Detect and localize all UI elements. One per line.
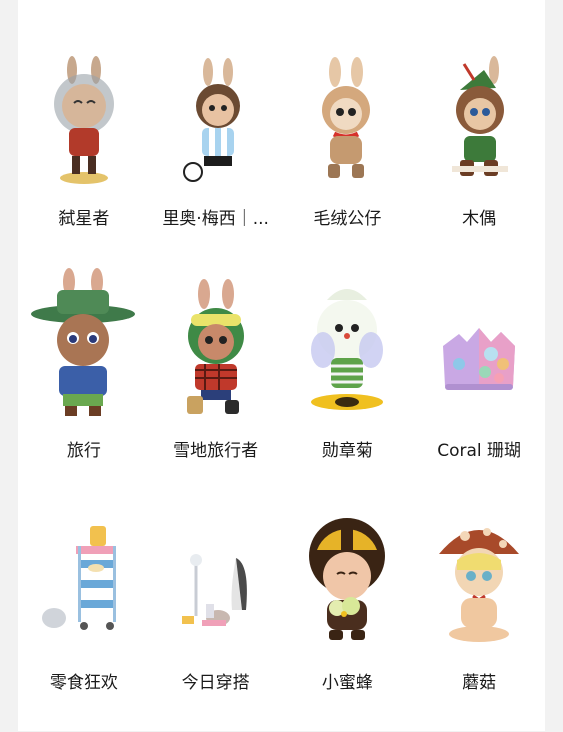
figure-label: 里奥·梅西｜...: [162, 209, 269, 229]
figure-label: 毛绒公仔: [313, 209, 382, 229]
figure-label: 零食狂欢: [49, 673, 118, 693]
labubu-space-figure-icon: [29, 36, 139, 186]
figure-card[interactable]: 零食狂欢: [18, 500, 150, 732]
figure-label: 旅行: [66, 441, 101, 461]
figure-label: 弑星者: [58, 209, 110, 229]
labubu-plush-figure-icon: [292, 36, 402, 186]
labubu-snow-figure-icon: [161, 268, 271, 418]
figure-label: Coral 珊瑚: [437, 441, 522, 461]
figure-card[interactable]: Coral 珊瑚: [413, 268, 545, 500]
figure-card[interactable]: 蘑菇: [413, 500, 545, 732]
figure-card[interactable]: 弑星者: [18, 36, 150, 268]
labubu-hat-figure-icon: [29, 268, 139, 418]
figure-label: 小蜜蜂: [321, 673, 373, 693]
snack-cart-figure-icon: [29, 500, 139, 650]
figure-label: 蘑菇: [462, 673, 497, 693]
coral-figure-icon: [424, 268, 534, 418]
gazania-figure-icon: [292, 268, 402, 418]
bee-figure-icon: [292, 500, 402, 650]
figure-card[interactable]: 雪地旅行者: [150, 268, 282, 500]
figure-card[interactable]: 勋章菊: [282, 268, 414, 500]
mushroom-figure-icon: [424, 500, 534, 650]
figure-label: 雪地旅行者: [173, 441, 259, 461]
figure-label: 勋章菊: [321, 441, 373, 461]
figure-card[interactable]: 木偶: [413, 36, 545, 268]
labubu-soccer-figure-icon: [161, 36, 271, 186]
figure-card[interactable]: 旅行: [18, 268, 150, 500]
figure-card[interactable]: 里奥·梅西｜...: [150, 36, 282, 268]
figure-card[interactable]: 小蜜蜂: [282, 500, 414, 732]
figure-collection-panel: 弑星者 里奥·梅西｜... 毛绒公仔 木偶 旅行 雪地旅行者 勋章菊 Coral…: [18, 0, 545, 731]
figure-grid: 弑星者 里奥·梅西｜... 毛绒公仔 木偶 旅行 雪地旅行者 勋章菊 Coral…: [18, 36, 545, 732]
outfit-scene-figure-icon: [161, 500, 271, 650]
figure-card[interactable]: 毛绒公仔: [282, 36, 414, 268]
figure-card[interactable]: 今日穿搭: [150, 500, 282, 732]
figure-label: 木偶: [462, 209, 497, 229]
figure-label: 今日穿搭: [181, 673, 250, 693]
labubu-puppet-figure-icon: [424, 36, 534, 186]
